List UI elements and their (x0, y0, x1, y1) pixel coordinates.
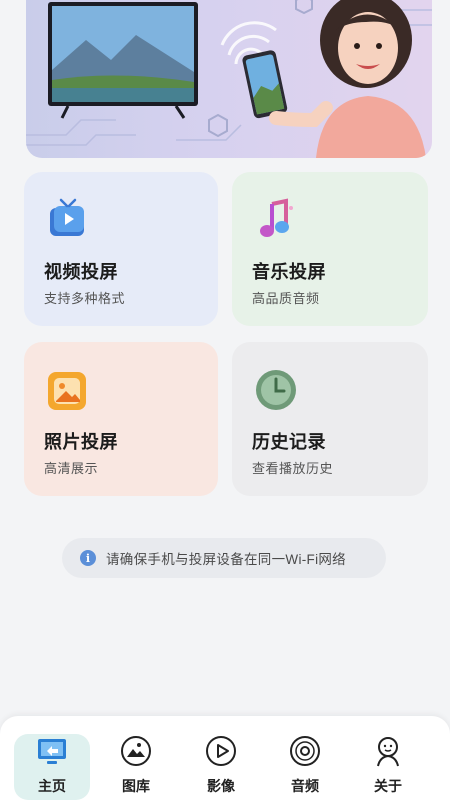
music-cast-card[interactable]: 音乐投屏 高品质音频 (232, 172, 428, 326)
bottom-nav: 主页 图库 影像 音频 关于 (0, 716, 450, 800)
person-icon (377, 737, 399, 767)
photo-cast-title: 照片投屏 (44, 432, 118, 452)
play-icon (206, 736, 236, 766)
nav-label-gallery: 图库 (122, 778, 150, 794)
nav-item-audio[interactable]: 音频 (267, 734, 343, 800)
disc-icon (290, 736, 320, 766)
info-icon: i (80, 550, 96, 566)
cast-screen-icon (38, 739, 66, 764)
photo-icon (48, 372, 86, 410)
gallery-icon (121, 736, 151, 766)
photo-cast-card[interactable]: 照片投屏 高清展示 (24, 342, 218, 496)
nav-label-about: 关于 (374, 778, 402, 794)
nav-label-video: 影像 (207, 778, 235, 794)
history-card[interactable]: 历史记录 查看播放历史 (232, 342, 428, 496)
tv-illustration (48, 2, 198, 119)
nav-label-home: 主页 (38, 778, 66, 794)
nav-item-gallery[interactable]: 图库 (98, 734, 174, 800)
video-cast-title: 视频投屏 (44, 262, 118, 282)
nav-label-audio: 音频 (291, 778, 319, 794)
video-cast-subtitle: 支持多种格式 (44, 291, 126, 306)
tv-play-icon (50, 198, 84, 236)
phone-illustration (242, 50, 288, 119)
hero-banner (26, 0, 432, 158)
music-note-icon (260, 198, 293, 237)
nav-item-video[interactable]: 影像 (183, 734, 259, 800)
history-title: 历史记录 (252, 432, 326, 452)
photo-cast-subtitle: 高清展示 (44, 461, 99, 476)
clock-icon (256, 370, 296, 410)
video-cast-card[interactable]: 视频投屏 支持多种格式 (24, 172, 218, 326)
wifi-notice: i 请确保手机与投屏设备在同一Wi-Fi网络 (62, 538, 386, 578)
nav-item-home[interactable]: 主页 (14, 734, 90, 800)
history-subtitle: 查看播放历史 (252, 461, 334, 476)
woman-illustration (269, 0, 426, 158)
nav-item-about[interactable]: 关于 (350, 734, 426, 800)
wifi-notice-text: 请确保手机与投屏设备在同一Wi-Fi网络 (106, 552, 346, 567)
music-cast-subtitle: 高品质音频 (252, 291, 320, 306)
music-cast-title: 音乐投屏 (252, 262, 326, 282)
